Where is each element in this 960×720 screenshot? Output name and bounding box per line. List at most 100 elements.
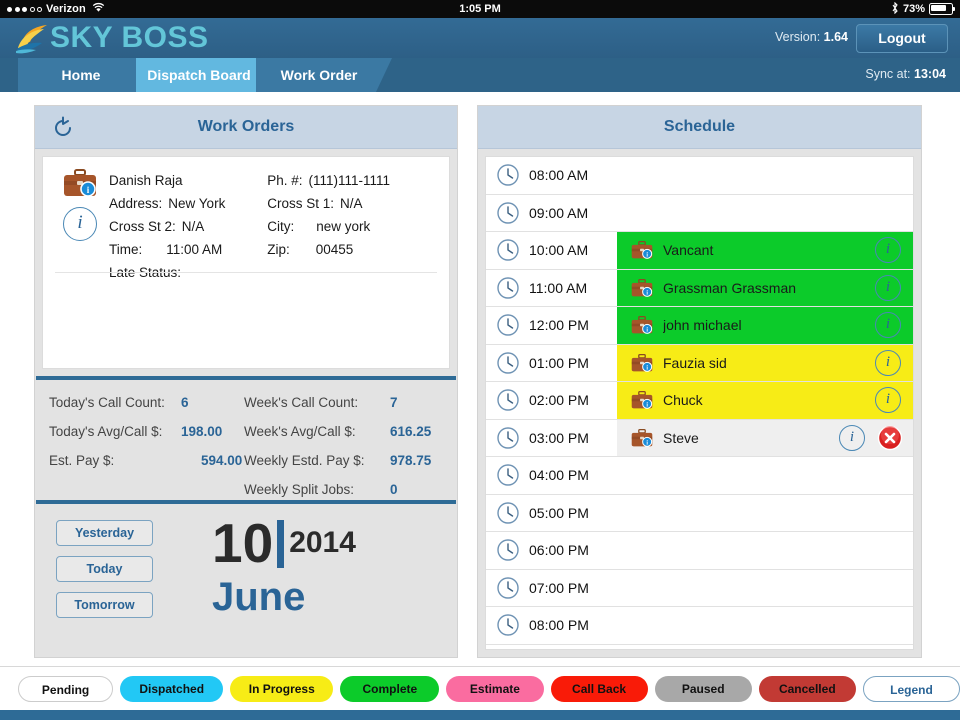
clock-icon bbox=[497, 577, 519, 599]
date-separator bbox=[277, 520, 285, 568]
yesterday-button[interactable]: Yesterday bbox=[56, 520, 153, 546]
logout-button[interactable]: Logout bbox=[856, 24, 948, 53]
schedule-row-job[interactable]: i Fauzia sid i bbox=[617, 344, 913, 381]
work-order-info-button[interactable]: i bbox=[63, 207, 97, 241]
app-title: SKY BOSS bbox=[50, 21, 209, 54]
schedule-row[interactable]: 07:00 PM bbox=[486, 570, 913, 607]
cross-st-1-value: N/A bbox=[340, 196, 363, 211]
work-orders-title: Work Orders bbox=[197, 118, 295, 135]
schedule-row[interactable]: 08:00 AM bbox=[486, 157, 913, 195]
refresh-icon[interactable] bbox=[51, 115, 75, 139]
work-order-right-column: Ph. #: (111)111-1111 Cross St 1: N/A Cit… bbox=[267, 169, 439, 284]
weekly-estd-pay-row: Weekly Estd. Pay $: 978.75 bbox=[244, 446, 464, 475]
schedule-row-time: 07:00 PM bbox=[529, 579, 589, 596]
schedule-row[interactable]: 10:00 AM i Vancant i bbox=[486, 232, 913, 270]
work-order-card[interactable]: i i Danish Raja Address: New York Cross … bbox=[42, 156, 450, 369]
schedule-row-empty-slot[interactable] bbox=[617, 607, 913, 644]
stats-today-column: Today's Call Count: 6 Today's Avg/Call $… bbox=[49, 388, 244, 475]
tab-home[interactable]: Home bbox=[18, 58, 154, 92]
legend-complete-button[interactable]: Complete bbox=[340, 676, 440, 702]
schedule-row[interactable]: 03:00 PM i Steve i bbox=[486, 419, 913, 457]
schedule-row-job[interactable]: i Vancant i bbox=[617, 232, 913, 269]
clock-icon bbox=[497, 502, 519, 524]
schedule-row[interactable]: 08:00 PM bbox=[486, 607, 913, 645]
schedule-row-time: 06:00 PM bbox=[529, 542, 589, 559]
est-pay-value: 594.00 bbox=[201, 453, 243, 468]
briefcase-icon: i bbox=[631, 278, 653, 297]
schedule-row-info-button[interactable]: i bbox=[875, 312, 901, 339]
schedule-row-info-button[interactable]: i bbox=[875, 349, 901, 376]
tab-dispatch-board-label: Dispatch Board bbox=[147, 67, 251, 83]
schedule-row-job[interactable]: i john michael i bbox=[617, 307, 913, 344]
city-row: City: new york bbox=[267, 215, 439, 238]
schedule-row-empty-slot[interactable] bbox=[617, 457, 913, 494]
schedule-row-empty-slot[interactable] bbox=[617, 195, 913, 232]
todays-call-count-label: Today's Call Count: bbox=[49, 395, 165, 410]
schedule-row-info-button[interactable]: i bbox=[875, 237, 901, 264]
customer-name-row: Danish Raja bbox=[109, 169, 267, 192]
cancel-icon[interactable] bbox=[877, 425, 903, 451]
schedule-row[interactable]: 02:00 PM i Chuck i bbox=[486, 382, 913, 420]
schedule-row-info-button[interactable]: i bbox=[875, 387, 901, 414]
clock-icon bbox=[497, 389, 519, 411]
schedule-row-customer: Vancant bbox=[663, 242, 714, 259]
legend-cancelled-button[interactable]: Cancelled bbox=[758, 676, 856, 702]
clock-icon bbox=[497, 164, 519, 186]
time-value: 11:00 AM bbox=[166, 242, 223, 257]
schedule-row-time: 03:00 PM bbox=[529, 429, 589, 446]
schedule-row-empty-slot[interactable] bbox=[617, 495, 913, 532]
schedule-row[interactable]: 05:00 PM bbox=[486, 495, 913, 532]
cross-st-2-row: Cross St 2: N/A bbox=[109, 215, 267, 238]
schedule-row-job[interactable]: i Steve i bbox=[617, 419, 913, 456]
clock-icon bbox=[497, 277, 519, 299]
schedule-row-customer: Chuck bbox=[663, 392, 703, 409]
schedule-row-time: 09:00 AM bbox=[529, 204, 589, 221]
schedule-row-empty-slot[interactable] bbox=[617, 157, 913, 194]
tab-dispatch-board[interactable]: Dispatch Board bbox=[136, 58, 272, 92]
legend-pending-button[interactable]: Pending bbox=[18, 676, 114, 702]
schedule-row-info-button[interactable]: i bbox=[875, 274, 901, 301]
schedule-row[interactable]: 06:00 PM bbox=[486, 532, 913, 570]
todays-avg-call-label: Today's Avg/Call $: bbox=[49, 424, 163, 439]
tomorrow-button[interactable]: Tomorrow bbox=[56, 592, 153, 618]
address-row: Address: New York bbox=[109, 192, 267, 215]
schedule-row-job[interactable]: i Chuck i bbox=[617, 382, 913, 419]
schedule-row-customer: Steve bbox=[663, 429, 699, 446]
legend-estimate-button[interactable]: Estimate bbox=[446, 676, 544, 702]
today-button[interactable]: Today bbox=[56, 556, 153, 582]
tab-work-order[interactable]: Work Order bbox=[256, 58, 392, 92]
legend-call-back-button[interactable]: Call Back bbox=[550, 676, 648, 702]
legend-in-progress-button[interactable]: In Progress bbox=[230, 676, 334, 702]
phone-row: Ph. #: (111)111-1111 bbox=[267, 169, 439, 192]
schedule-row-time: 12:00 PM bbox=[529, 317, 589, 334]
schedule-list[interactable]: 08:00 AM 09:00 AM 10:00 AM i Vancant i 11:00 A… bbox=[485, 156, 914, 650]
cross-st-1-label: Cross St 1: bbox=[267, 196, 334, 211]
schedule-row[interactable]: 01:00 PM i Fauzia sid i bbox=[486, 344, 913, 382]
schedule-row[interactable]: 04:00 PM bbox=[486, 457, 913, 495]
dispatch-board-screen: Verizon 1:05 PM 73% SKY BOSS Version: 1.… bbox=[0, 0, 960, 720]
schedule-row[interactable]: 11:00 AM i Grassman Grassman i bbox=[486, 269, 913, 307]
tab-work-order-label: Work Order bbox=[280, 67, 358, 83]
todays-call-count-row: Today's Call Count: 6 bbox=[49, 388, 244, 417]
legend-dispatched-button[interactable]: Dispatched bbox=[120, 676, 224, 702]
clock-icon bbox=[497, 202, 519, 224]
sync-label: Sync at: bbox=[865, 67, 911, 81]
cross-st-2-value: N/A bbox=[181, 219, 205, 234]
legend-legend-button[interactable]: Legend bbox=[862, 676, 960, 702]
schedule-row-info-button[interactable]: i bbox=[839, 424, 865, 451]
weekly-estd-pay-label: Weekly Estd. Pay $: bbox=[244, 453, 365, 468]
schedule-row-empty-slot[interactable] bbox=[617, 570, 913, 607]
date-year: 2014 bbox=[289, 526, 356, 559]
schedule-row[interactable]: 12:00 PM i john michael i bbox=[486, 307, 913, 345]
schedule-row-empty-slot[interactable] bbox=[617, 532, 913, 569]
address-label: Address: bbox=[109, 196, 163, 211]
briefcase-icon: i bbox=[631, 391, 653, 410]
tab-home-label: Home bbox=[61, 67, 101, 83]
legend-paused-button[interactable]: Paused bbox=[654, 676, 752, 702]
schedule-row[interactable]: 09:00 AM bbox=[486, 195, 913, 232]
schedule-row-job[interactable]: i Grassman Grassman i bbox=[617, 269, 913, 306]
weeks-avg-call-row: Week's Avg/Call $: 616.25 bbox=[244, 417, 464, 446]
clock-icon bbox=[497, 352, 519, 374]
schedule-row-time: 11:00 AM bbox=[529, 279, 588, 296]
schedule-row-time: 02:00 PM bbox=[529, 392, 589, 409]
